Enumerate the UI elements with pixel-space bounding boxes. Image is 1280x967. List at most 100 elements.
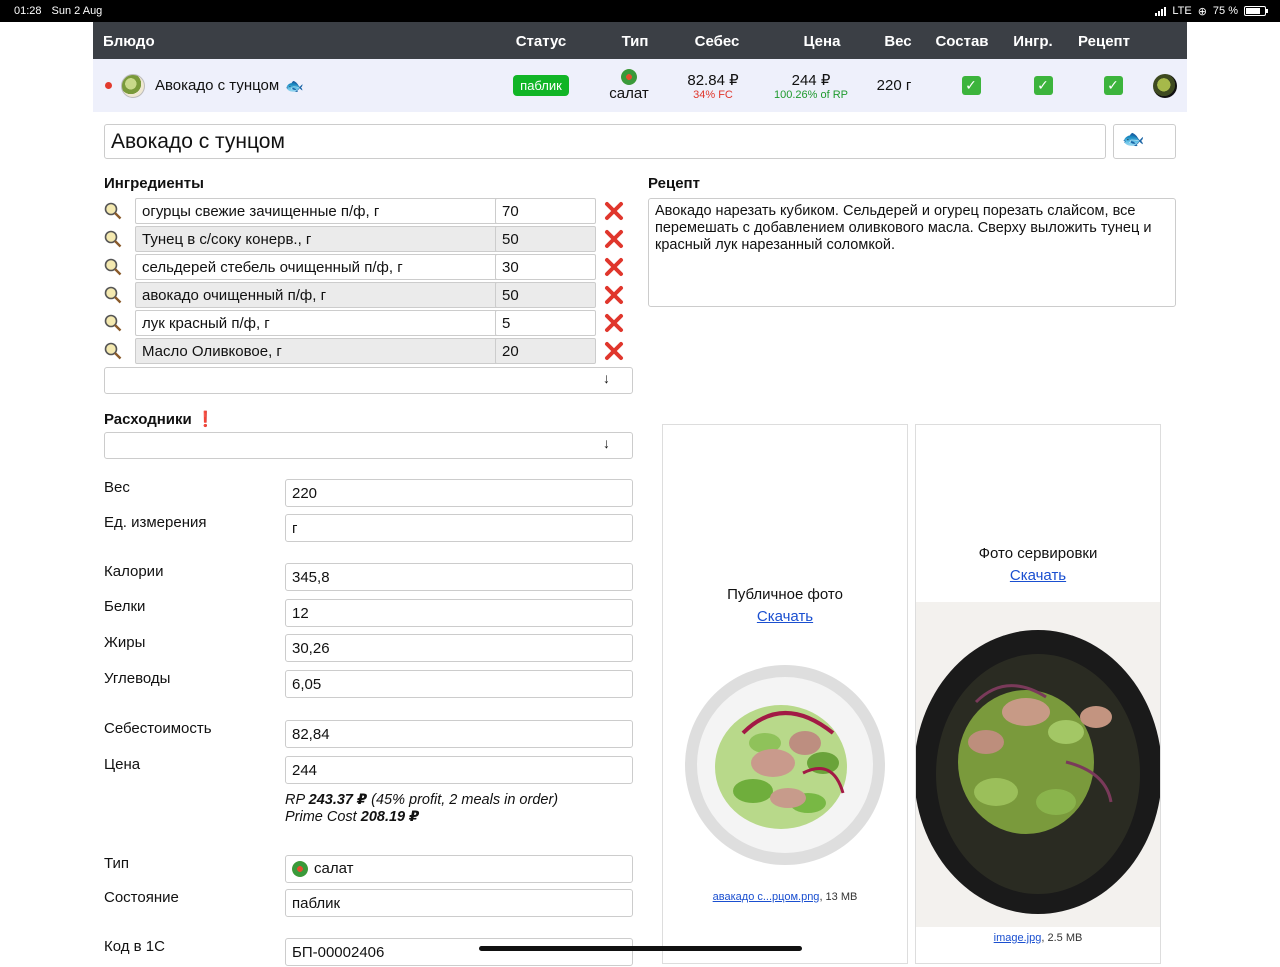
public-photo-image[interactable] xyxy=(683,663,887,867)
serving-photo-image[interactable] xyxy=(916,602,1160,927)
delete-icon[interactable] xyxy=(603,284,625,306)
prime-cost-value: 208.19 ₽ xyxy=(360,809,420,825)
ingredient-qty-input[interactable]: 70 xyxy=(495,198,596,224)
header-recipe[interactable]: Рецепт xyxy=(1073,22,1135,59)
recipe-textarea[interactable]: Авокадо нарезать кубиком. Сельдерей и ог… xyxy=(648,198,1176,307)
ingredient-qty-input[interactable]: 50 xyxy=(495,282,596,308)
ingredient-name: сельдерей стебель очищенный п/ф, г xyxy=(142,259,403,276)
serving-photo-download-link[interactable]: Скачать xyxy=(916,567,1160,584)
rp-note: RP 243.37 ₽ (45% profit, 2 meals in orde… xyxy=(285,792,559,808)
delete-icon[interactable] xyxy=(603,200,625,222)
arrow-down-icon: ↓ xyxy=(603,370,610,386)
ingredient-name: Тунец в с/соку конерв., г xyxy=(142,231,312,248)
code1c-label: Код в 1С xyxy=(104,938,165,955)
delete-icon[interactable] xyxy=(603,312,625,334)
prime-cost-note: Prime Cost 208.19 ₽ xyxy=(285,809,420,825)
row-cost: 82.84 ₽ 34% FC xyxy=(678,59,748,112)
header-cost[interactable]: Себес xyxy=(683,22,751,59)
status-dot xyxy=(104,59,112,112)
delete-icon[interactable] xyxy=(603,340,625,362)
home-indicator[interactable] xyxy=(479,946,802,951)
header-ingredients[interactable]: Ингр. xyxy=(1008,22,1058,59)
status-time: 01:28 xyxy=(14,5,42,17)
status-date: Sun 2 Aug xyxy=(51,5,103,17)
salad-icon xyxy=(292,861,308,877)
dish-emoji-field[interactable]: 🐟 xyxy=(1113,124,1176,159)
carbs-label: Углеводы xyxy=(104,670,171,687)
fish-icon: 🐟 xyxy=(285,77,304,95)
search-icon[interactable] xyxy=(104,314,122,332)
composition-check-icon: ✓ xyxy=(961,59,981,112)
ingredient-name: Масло Оливковое, г xyxy=(142,343,282,360)
fat-label: Жиры xyxy=(104,634,146,651)
exclamation-icon: ❗ xyxy=(195,411,215,428)
carbs-input[interactable]: 6,05 xyxy=(285,670,633,698)
row-dish-name[interactable]: Авокадо с тунцом 🐟 xyxy=(155,59,304,112)
ingredient-name: лук красный п/ф, г xyxy=(142,315,270,332)
protein-input[interactable]: 12 xyxy=(285,599,633,627)
battery-percent: 75 % xyxy=(1212,5,1238,17)
calories-input[interactable]: 345,8 xyxy=(285,563,633,591)
fish-icon: 🐟 xyxy=(1122,129,1145,149)
type-select-value: салат xyxy=(314,860,354,877)
serving-photo-card: Фото сервировки Скачать image.jpg, 2.5 M… xyxy=(915,424,1161,964)
ingredients-title: Ингредиенты xyxy=(104,175,204,192)
header-type[interactable]: Тип xyxy=(605,22,665,59)
header-price[interactable]: Цена xyxy=(791,22,853,59)
public-photo-caption: Публичное фото xyxy=(727,586,843,603)
ingredient-name: авокадо очищенный п/ф, г xyxy=(142,287,327,304)
fat-input[interactable]: 30,26 xyxy=(285,634,633,662)
weight-input[interactable]: 220 xyxy=(285,479,633,507)
serving-photo-file: image.jpg, 2.5 MB xyxy=(993,932,1083,944)
dish-title-input[interactable]: Авокадо с тунцом xyxy=(104,124,1106,159)
calories-label: Калории xyxy=(104,563,164,580)
row-price-value: 244 ₽ xyxy=(791,71,831,89)
protein-label: Белки xyxy=(104,598,146,615)
ingredient-qty-input[interactable]: 30 xyxy=(495,254,596,280)
row-cost-fc: 34% FC xyxy=(693,88,733,101)
status-bar: 01:28 Sun 2 Aug LTE ⊕ 75 % xyxy=(0,0,1280,22)
search-icon[interactable] xyxy=(104,342,122,360)
cost-input[interactable]: 82,84 xyxy=(285,720,633,748)
search-icon[interactable] xyxy=(104,230,122,248)
consumables-select[interactable]: ↓ xyxy=(104,432,633,459)
type-select[interactable]: салат xyxy=(285,855,633,883)
dishes-table-header: Блюдо Статус Тип Себес Цена Вес Состав И… xyxy=(93,22,1187,59)
row-type-text: салат xyxy=(609,85,649,102)
ingredient-qty-input[interactable]: 50 xyxy=(495,226,596,252)
unit-input[interactable]: г xyxy=(285,514,633,542)
header-status[interactable]: Статус xyxy=(505,22,577,59)
delete-icon[interactable] xyxy=(603,256,625,278)
row-cost-value: 82.84 ₽ xyxy=(687,71,739,89)
search-icon[interactable] xyxy=(104,258,122,276)
serving-thumbnail xyxy=(1152,59,1178,112)
weight-label: Вес xyxy=(104,479,130,496)
code1c-input[interactable]: БП-00002406 xyxy=(285,938,633,966)
search-icon[interactable] xyxy=(104,202,122,220)
price-input[interactable]: 244 xyxy=(285,756,633,784)
row-dish-name-text: Авокадо с тунцом xyxy=(155,77,280,94)
add-ingredient-select[interactable]: ↓ xyxy=(104,367,633,394)
network-label: LTE xyxy=(1172,5,1192,17)
row-weight: 220 г xyxy=(876,77,912,94)
public-photo-card: Публичное фото Скачать авакадо с...рцом.… xyxy=(662,424,908,964)
arrow-down-icon: ↓ xyxy=(603,435,610,451)
header-weight[interactable]: Вес xyxy=(876,22,920,59)
serving-photo-file-link[interactable]: image.jpg xyxy=(994,932,1042,944)
ingredient-qty-input[interactable]: 5 xyxy=(495,310,596,336)
table-row[interactable]: Авокадо с тунцом 🐟 паблик салат 82.84 ₽ … xyxy=(93,59,1187,112)
type-label: Тип xyxy=(104,855,130,872)
public-photo-file: авакадо с...рцом.png, 13 MB xyxy=(712,891,858,903)
salad-icon xyxy=(621,69,637,85)
state-select[interactable]: паблик xyxy=(285,889,633,917)
delete-icon[interactable] xyxy=(603,228,625,250)
public-photo-download-link[interactable]: Скачать xyxy=(663,608,907,625)
header-composition[interactable]: Состав xyxy=(931,22,993,59)
header-dish[interactable]: Блюдо xyxy=(103,22,155,59)
recipe-title: Рецепт xyxy=(648,175,700,192)
search-icon[interactable] xyxy=(104,286,122,304)
ingredient-qty-input[interactable]: 20 xyxy=(495,338,596,364)
cost-label: Себестоимость xyxy=(104,720,212,737)
row-price: 244 ₽ 100.26% of RP xyxy=(761,59,861,112)
public-photo-file-link[interactable]: авакадо с...рцом.png xyxy=(713,891,820,903)
